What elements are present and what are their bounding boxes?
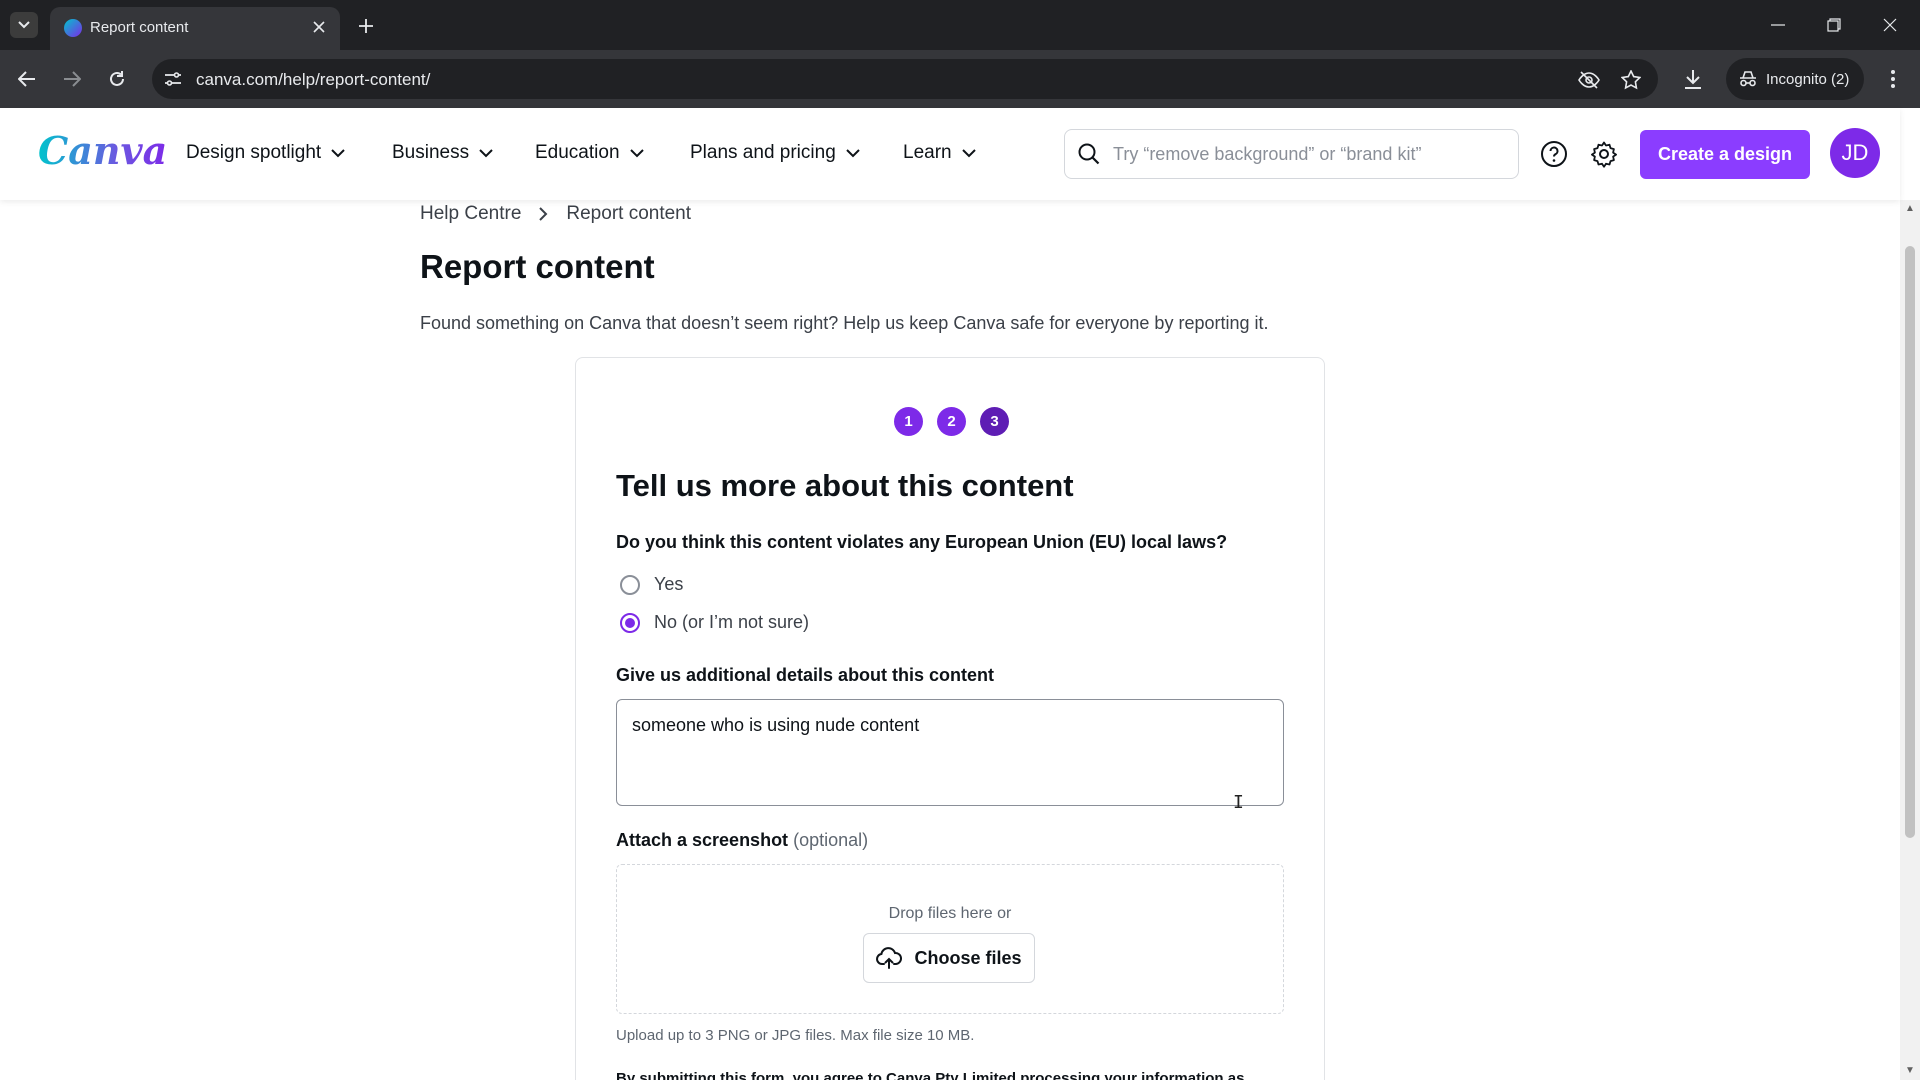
forward-button[interactable] bbox=[57, 64, 87, 94]
radio-option-no[interactable]: No (or I’m not sure) bbox=[620, 612, 809, 633]
create-a-design-button[interactable]: Create a design bbox=[1640, 130, 1810, 179]
close-icon bbox=[1883, 18, 1897, 32]
close-window-button[interactable] bbox=[1870, 10, 1910, 40]
settings-button[interactable] bbox=[1587, 137, 1621, 171]
nav-label: Education bbox=[535, 142, 620, 163]
breadcrumb: Help Centre Report content bbox=[420, 203, 691, 225]
page-title: Report content bbox=[420, 248, 655, 285]
url-text: canva.com/help/report-content/ bbox=[196, 70, 431, 89]
help-icon bbox=[1541, 141, 1567, 167]
nav-label: Design spotlight bbox=[186, 142, 322, 163]
incognito-indicator[interactable]: Incognito (2) bbox=[1726, 58, 1864, 100]
nav-learn[interactable]: Learn bbox=[903, 142, 976, 164]
radio-label: Yes bbox=[654, 574, 684, 594]
text-cursor-icon: I bbox=[1233, 792, 1244, 813]
gear-icon bbox=[1591, 141, 1617, 168]
browser-menu-button[interactable] bbox=[1880, 64, 1906, 94]
scroll-up-arrow-icon[interactable]: ▲ bbox=[1905, 204, 1915, 214]
scroll-down-arrow-icon[interactable]: ▼ bbox=[1905, 1066, 1915, 1076]
downloads-button[interactable] bbox=[1678, 64, 1708, 94]
arrow-right-icon bbox=[64, 71, 81, 87]
close-icon bbox=[313, 21, 325, 33]
avatar[interactable]: JD bbox=[1830, 128, 1880, 178]
chevron-right-icon bbox=[539, 207, 548, 221]
tab-title: Report content bbox=[90, 19, 189, 36]
incognito-icon bbox=[1740, 71, 1756, 87]
attach-optional-text: (optional) bbox=[793, 830, 869, 850]
radio-button-selected[interactable] bbox=[620, 612, 640, 633]
attach-label-text: Attach a screenshot bbox=[616, 830, 789, 850]
minimize-icon bbox=[1771, 24, 1785, 26]
radio-label: No (or I’m not sure) bbox=[654, 612, 810, 632]
site-header: Canva Design spotlight Business Educatio… bbox=[0, 108, 1900, 200]
incognito-label: Incognito (2) bbox=[1766, 70, 1850, 88]
chevron-down-icon bbox=[479, 148, 493, 157]
attach-label: Attach a screenshot (optional) bbox=[616, 830, 868, 851]
upload-hint: Upload up to 3 PNG or JPG files. Max fil… bbox=[616, 1027, 975, 1044]
choose-files-button[interactable]: Choose files bbox=[863, 933, 1035, 983]
nav-business[interactable]: Business bbox=[392, 142, 493, 164]
step-3: 3 bbox=[980, 407, 1009, 436]
breadcrumb-current: Report content bbox=[566, 203, 692, 224]
scrollbar-thumb[interactable] bbox=[1905, 246, 1915, 838]
search-icon bbox=[1078, 143, 1100, 165]
back-button[interactable] bbox=[12, 64, 42, 94]
step-1: 1 bbox=[894, 407, 923, 436]
chevron-down-icon bbox=[331, 148, 345, 157]
chevron-down-icon bbox=[629, 148, 644, 157]
eye-slash-icon[interactable] bbox=[1576, 67, 1602, 93]
details-label: Give us additional details about this co… bbox=[616, 665, 995, 685]
cloud-upload-icon bbox=[876, 947, 903, 969]
search-input[interactable] bbox=[1113, 138, 1503, 170]
restore-icon bbox=[1827, 18, 1841, 32]
canva-logo[interactable]: Canva bbox=[38, 128, 167, 173]
help-button[interactable] bbox=[1537, 137, 1571, 171]
browser-tab[interactable]: Report content bbox=[50, 7, 340, 50]
tab-search-button[interactable] bbox=[10, 12, 38, 38]
restore-window-button[interactable] bbox=[1814, 10, 1854, 40]
step-indicator: 1 2 3 bbox=[894, 407, 1009, 436]
step-2: 2 bbox=[937, 407, 966, 436]
bookmark-star-icon[interactable] bbox=[1618, 67, 1644, 93]
page-scrollbar[interactable]: ▲ ▼ bbox=[1900, 200, 1920, 1080]
download-icon bbox=[1685, 70, 1701, 89]
minimize-window-button[interactable] bbox=[1758, 10, 1798, 40]
details-textarea[interactable]: someone who is using nude content bbox=[616, 699, 1284, 806]
eu-law-question: Do you think this content violates any E… bbox=[616, 532, 1228, 552]
address-bar[interactable]: canva.com/help/report-content/ bbox=[152, 59, 1658, 99]
chevron-down-icon bbox=[961, 148, 976, 157]
site-search bbox=[1064, 129, 1519, 179]
report-form-card: 1 2 3 Tell us more about this content Do… bbox=[575, 357, 1325, 1080]
kebab-menu-icon bbox=[1891, 70, 1895, 88]
breadcrumb-help-centre[interactable]: Help Centre bbox=[420, 203, 521, 225]
chevron-down-icon bbox=[18, 21, 30, 29]
drop-text: Drop files here or bbox=[888, 905, 1012, 922]
form-title: Tell us more about this content bbox=[616, 468, 1074, 503]
nav-design-spotlight[interactable]: Design spotlight bbox=[186, 142, 345, 164]
reload-button[interactable] bbox=[102, 64, 132, 94]
browser-tab-bar: Report content bbox=[0, 0, 1920, 50]
arrow-left-icon bbox=[18, 71, 35, 87]
new-tab-button[interactable] bbox=[352, 12, 380, 40]
browser-toolbar: canva.com/help/report-content/ Incognito… bbox=[0, 50, 1920, 108]
nav-label: Plans and pricing bbox=[690, 142, 836, 163]
choose-files-label: Choose files bbox=[914, 947, 1022, 968]
canva-favicon-icon bbox=[64, 19, 82, 37]
radio-option-yes[interactable]: Yes bbox=[620, 574, 683, 595]
file-dropzone[interactable]: Drop files here or Choose files bbox=[616, 864, 1284, 1014]
nav-plans-and-pricing[interactable]: Plans and pricing bbox=[690, 142, 860, 164]
page-intro: Found something on Canva that doesn’t se… bbox=[420, 313, 1269, 333]
radio-button[interactable] bbox=[620, 574, 640, 595]
nav-label: Business bbox=[392, 142, 470, 163]
nav-education[interactable]: Education bbox=[535, 142, 644, 164]
chevron-down-icon bbox=[846, 148, 860, 157]
site-settings-icon[interactable] bbox=[162, 68, 184, 90]
nav-label: Learn bbox=[903, 142, 952, 163]
plus-icon bbox=[359, 19, 373, 33]
consent-text: By submitting this form, you agree to Ca… bbox=[616, 1070, 1245, 1080]
close-tab-button[interactable] bbox=[308, 16, 330, 38]
reload-icon bbox=[110, 71, 124, 86]
